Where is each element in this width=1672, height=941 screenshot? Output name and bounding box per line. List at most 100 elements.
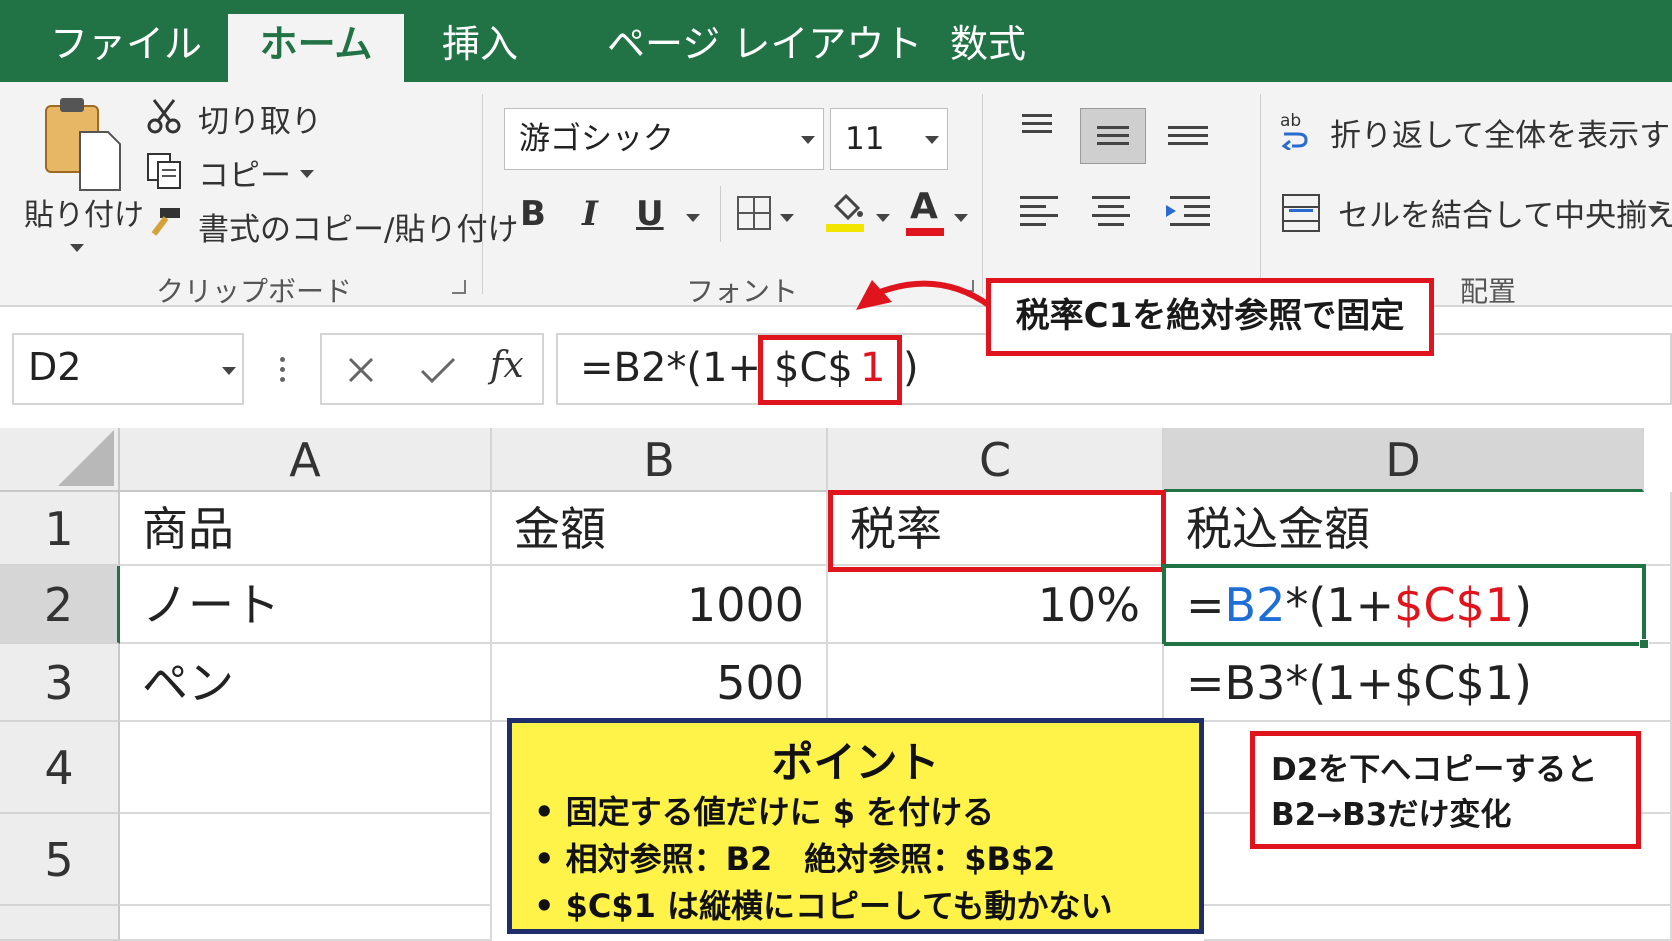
insert-function-button[interactable]: fx <box>490 345 524 386</box>
clipboard-paste-icon[interactable] <box>42 96 122 192</box>
column-header-b[interactable]: B <box>492 428 828 492</box>
font-size-chevron-icon[interactable] <box>925 136 939 144</box>
tab-formulas[interactable]: 数式 <box>950 14 1026 82</box>
point-item-text: $C$1 は縦横にコピーしても動かない <box>565 887 1113 925</box>
point-title: ポイント <box>771 738 940 787</box>
callout-line: D2を下へコピーすると <box>1271 752 1598 788</box>
format-painter-icon[interactable] <box>146 206 182 240</box>
alignment-group-label: 配置 <box>1460 275 1517 308</box>
point-item-text: 固定する値だけに $ を付ける <box>565 793 995 831</box>
font-color-chevron-icon[interactable] <box>954 214 968 222</box>
ribbon: 貼り付け 切り取り コピー 書式のコピー/貼り付け クリップボード 游ゴシック … <box>0 82 1672 308</box>
scissors-icon[interactable] <box>146 98 182 134</box>
cell-b1[interactable]: 金額 <box>492 492 828 566</box>
align-top-icon[interactable] <box>1008 110 1068 166</box>
active-cell-border <box>1162 564 1646 646</box>
name-box-value: D2 <box>28 345 82 389</box>
font-name-chevron-icon[interactable] <box>801 136 815 144</box>
name-box-chevron-icon[interactable] <box>222 367 236 375</box>
dialog-launcher-icon[interactable] <box>452 280 466 294</box>
merge-center-chevron-icon[interactable] <box>1648 206 1662 214</box>
borders-icon[interactable] <box>737 196 771 230</box>
font-color-button[interactable]: A <box>910 186 938 227</box>
paste-dropdown-chevron-icon[interactable] <box>70 244 84 252</box>
column-header-c[interactable]: C <box>828 428 1164 492</box>
copy-icon[interactable] <box>146 152 182 190</box>
font-group-label: フォント <box>686 275 799 308</box>
sheet-edge <box>1644 428 1672 492</box>
row-header-5[interactable]: 5 <box>0 814 120 906</box>
row-header-2[interactable]: 2 <box>0 566 120 644</box>
merge-center-button[interactable]: セルを結合して中央揃え <box>1338 190 1672 235</box>
cell-d3[interactable]: =B3*(1+$C$1) <box>1164 644 1672 722</box>
cell-a3[interactable]: ペン <box>120 644 492 722</box>
cell-a4[interactable] <box>120 722 492 814</box>
borders-chevron-icon[interactable] <box>780 214 794 222</box>
font-size-value: 11 <box>845 121 885 157</box>
cell-c3[interactable] <box>828 644 1164 722</box>
ribbon-separator <box>982 94 983 294</box>
bold-button[interactable]: B <box>520 194 546 234</box>
paste-button[interactable]: 貼り付け <box>24 190 144 234</box>
name-box[interactable]: D2 <box>12 333 244 405</box>
cancel-icon[interactable] <box>344 353 378 387</box>
underline-chevron-icon[interactable] <box>686 214 700 222</box>
row-header-4[interactable]: 4 <box>0 722 120 814</box>
row-header-6[interactable] <box>0 906 120 941</box>
callout-line: B2→B3だけ変化 <box>1271 797 1512 833</box>
copy-button[interactable]: コピー <box>198 150 291 195</box>
column-header-a[interactable]: A <box>120 428 492 492</box>
indent-icon[interactable] <box>1156 188 1216 244</box>
tab-home[interactable]: ホーム <box>228 14 404 82</box>
align-middle-icon[interactable] <box>1080 108 1146 164</box>
clipboard-group-label: クリップボード <box>156 275 353 308</box>
ribbon-separator <box>482 94 483 294</box>
cell-a5[interactable] <box>120 814 492 906</box>
point-box: ポイント • 固定する値だけに $ を付ける • 相対参照：B2 絶対参照：$B… <box>507 718 1204 934</box>
cell-c2[interactable]: 10% <box>828 566 1164 644</box>
cell-d1[interactable]: 税込金額 <box>1164 492 1672 566</box>
underline-button[interactable]: U <box>636 194 664 234</box>
row-header-1[interactable]: 1 <box>0 492 120 566</box>
formula-suffix: ) <box>903 345 919 391</box>
font-name-select[interactable]: 游ゴシック <box>504 108 824 170</box>
cut-button[interactable]: 切り取り <box>198 96 322 141</box>
tab-page-layout[interactable]: ページ レイアウト <box>607 14 922 82</box>
copy-dropdown-chevron-icon[interactable] <box>300 170 314 178</box>
cell-a2[interactable]: ノート <box>120 566 492 644</box>
ribbon-tab-bar: ファイル ホーム 挿入 ページ レイアウト 数式 <box>0 0 1672 82</box>
wrap-text-button[interactable]: 折り返して全体を表示する <box>1330 110 1672 155</box>
wrap-text-icon[interactable]: ab <box>1280 110 1318 152</box>
font-size-select[interactable]: 11 <box>830 108 948 170</box>
callout-arrow <box>856 280 992 310</box>
italic-button[interactable]: I <box>582 194 598 234</box>
tab-file[interactable]: ファイル <box>50 14 202 82</box>
format-painter-button[interactable]: 書式のコピー/貼り付け <box>198 204 518 249</box>
cell-a6[interactable] <box>120 906 492 941</box>
formula-buttons: fx <box>320 333 544 405</box>
enter-check-icon[interactable] <box>418 353 458 387</box>
cell-b2[interactable]: 1000 <box>492 566 828 644</box>
more-options-icon[interactable] <box>280 357 286 383</box>
tab-insert[interactable]: 挿入 <box>442 14 518 82</box>
column-header-d[interactable]: D <box>1164 428 1644 492</box>
align-center-icon[interactable] <box>1082 188 1142 244</box>
select-all-corner[interactable] <box>0 428 120 492</box>
cell-a1[interactable]: 商品 <box>120 492 492 566</box>
align-left-icon[interactable] <box>1008 188 1068 244</box>
font-name-value: 游ゴシック <box>519 121 674 157</box>
copy-behavior-callout: D2を下へコピーすると B2→B3だけ変化 <box>1250 731 1641 849</box>
point-item: • $C$1 は縦横にコピーしても動かない <box>534 887 1113 925</box>
font-separator <box>720 186 721 242</box>
fill-color-icon[interactable] <box>826 190 866 234</box>
merge-center-icon[interactable] <box>1282 194 1320 232</box>
ribbon-separator <box>1260 94 1261 294</box>
align-bottom-icon[interactable] <box>1160 110 1220 166</box>
cell-b3[interactable]: 500 <box>492 644 828 722</box>
point-item: • 相対参照：B2 絶対参照：$B$2 <box>534 840 1056 878</box>
point-item-text: 相対参照：B2 絶対参照：$B$2 <box>565 840 1056 878</box>
fill-color-chevron-icon[interactable] <box>876 214 890 222</box>
cell-d6[interactable] <box>1204 906 1672 941</box>
absolute-ref-callout: 税率C1を絶対参照で固定 <box>986 278 1434 356</box>
row-header-3[interactable]: 3 <box>0 644 120 722</box>
